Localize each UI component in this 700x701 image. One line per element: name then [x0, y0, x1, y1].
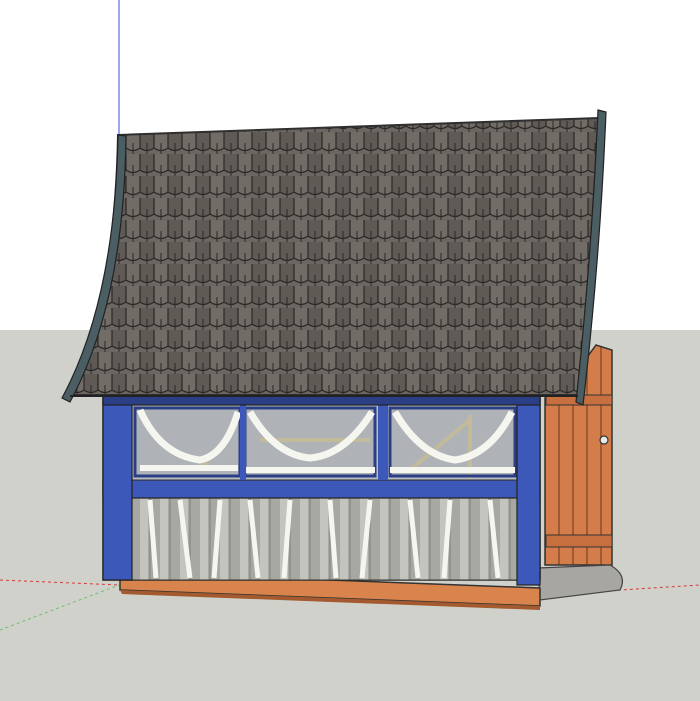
- window-left: [133, 406, 242, 478]
- window-center: [243, 406, 377, 478]
- door-handle-icon: [599, 435, 609, 445]
- front-wall: [102, 392, 541, 586]
- window-right: [388, 406, 517, 478]
- sketchup-viewport[interactable]: [0, 0, 700, 701]
- shingle-roof: [61, 109, 607, 406]
- model-scene: [0, 0, 700, 701]
